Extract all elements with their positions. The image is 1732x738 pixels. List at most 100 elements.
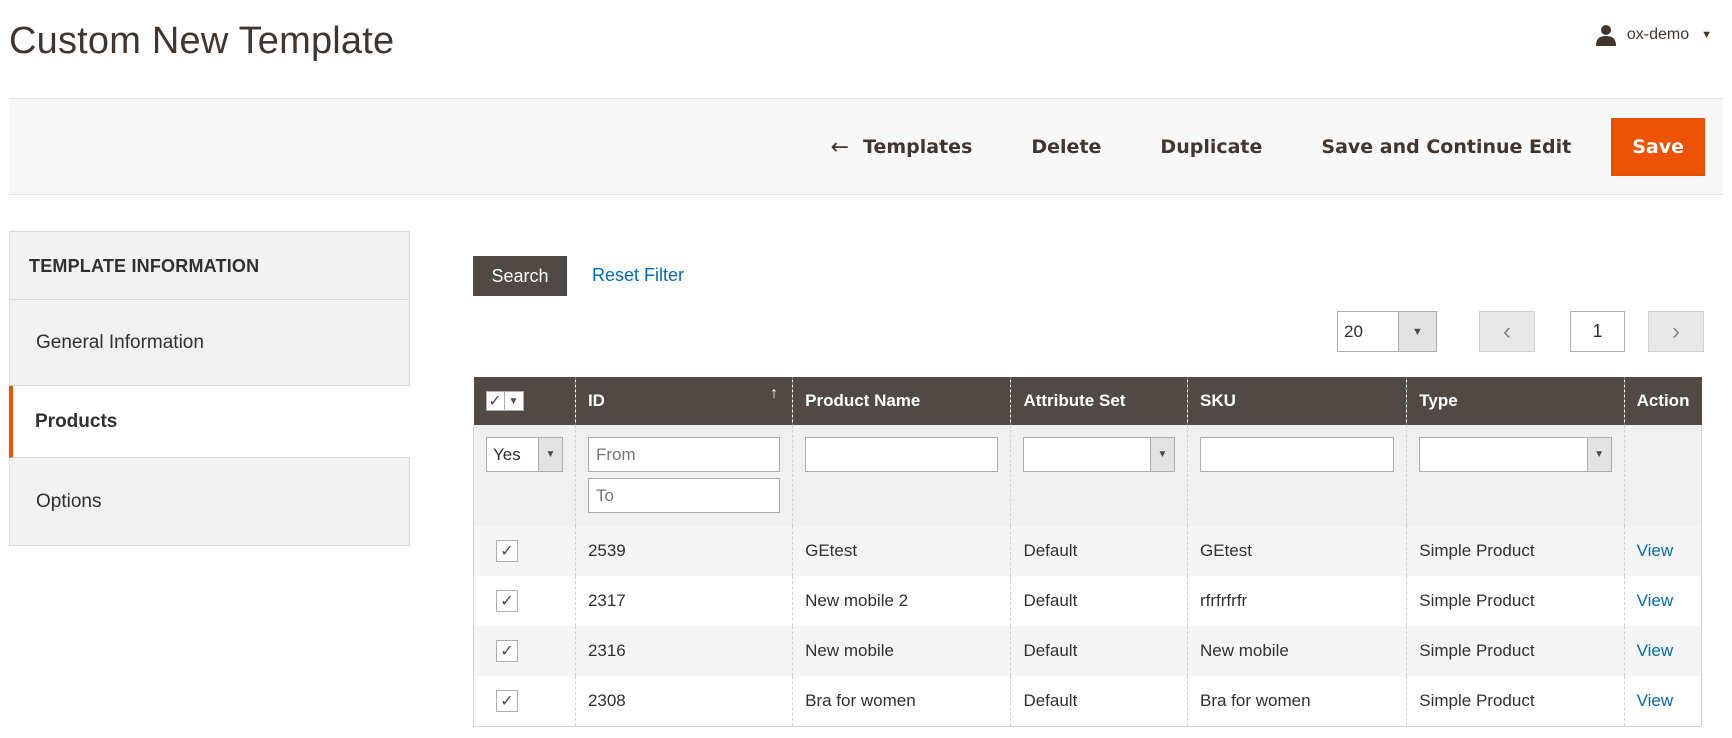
cell-sku: Bra for women [1186,676,1407,727]
sidebar-item-options[interactable]: Options [9,458,410,546]
products-grid: ✓ ▼ ID ↑ Product Name Attribute Set SKU … [473,377,1703,727]
view-link[interactable]: View [1637,541,1674,560]
back-button-label: Templates [863,136,973,158]
cell-type: Simple Product [1406,526,1625,576]
grid-header-row: ✓ ▼ ID ↑ Product Name Attribute Set SKU … [473,377,1702,425]
cell-product-name: GEtest [792,526,1011,576]
chevron-down-icon: ▼ [537,438,562,471]
reset-filter-link[interactable]: Reset Filter [592,265,684,286]
previous-page-button[interactable]: ‹ [1479,311,1535,352]
row-select-cell: ✓ [473,576,576,626]
chevron-down-icon: ▼ [1701,29,1712,41]
checkmark-icon: ✓ [500,593,514,610]
chevron-down-icon: ▼ [1150,438,1174,471]
product-name-filter-input[interactable] [805,437,999,472]
delete-button[interactable]: Delete [1011,121,1121,173]
cell-attribute-set: Default [1010,626,1188,676]
row-checkbox[interactable]: ✓ [496,540,518,562]
filter-select-value: Yes [493,445,521,464]
row-checkbox[interactable]: ✓ [496,640,518,662]
table-row: ✓ 2539 GEtest Default GEtest Simple Prod… [473,526,1703,576]
search-button[interactable]: Search [473,256,567,296]
sidebar-item-general-information[interactable]: General Information [9,300,410,386]
cell-attribute-set: Default [1010,676,1188,727]
type-filter-select[interactable]: ▼ [1419,437,1612,472]
chevron-down-icon: ▼ [1398,312,1436,351]
sidebar: TEMPLATE INFORMATION General Information… [9,231,410,546]
filter-cell-action [1623,425,1703,526]
column-header-label: SKU [1200,391,1236,410]
attribute-set-filter-select[interactable]: ▼ [1023,437,1175,472]
id-to-input[interactable] [587,478,781,513]
column-header-sku[interactable]: SKU [1186,377,1407,425]
next-page-button[interactable]: › [1648,311,1704,352]
column-header-id[interactable]: ID ↑ [574,377,793,425]
page-title: Custom New Template [9,20,395,62]
view-link[interactable]: View [1637,591,1674,610]
chevron-right-icon: › [1672,317,1680,345]
row-select-cell: ✓ [473,676,576,727]
column-header-attribute-set[interactable]: Attribute Set [1010,377,1188,425]
per-page-value: 20 [1344,322,1363,341]
row-checkbox[interactable]: ✓ [496,689,518,712]
cell-product-name: New mobile 2 [792,576,1011,626]
cell-product-name: New mobile [792,626,1011,676]
row-checkbox[interactable]: ✓ [496,590,518,612]
view-link[interactable]: View [1637,691,1674,710]
column-header-label: Product Name [805,391,921,410]
cell-id: 2317 [574,576,793,626]
grid-filter-row: Yes ▼ ▼ [473,425,1703,526]
duplicate-button[interactable]: Duplicate [1140,121,1282,173]
filter-cell-type: ▼ [1406,425,1625,526]
cell-sku: rfrfrfrfr [1186,576,1407,626]
table-row: ✓ 2308 Bra for women Default Bra for wom… [473,676,1703,727]
cell-product-name: Bra for women [792,676,1011,727]
user-name: ox-demo [1626,26,1690,43]
back-button[interactable]: ← Templates [811,120,993,175]
column-header-type[interactable]: Type [1406,377,1625,425]
sidebar-item-label: General Information [36,331,204,353]
column-header-product-name[interactable]: Product Name [792,377,1011,425]
cell-action: View [1623,676,1703,727]
cell-type: Simple Product [1406,576,1625,626]
column-header-label: Type [1419,391,1458,410]
id-from-input[interactable] [587,437,781,472]
chevron-down-icon: ▼ [508,395,519,407]
in-template-filter-select[interactable]: Yes ▼ [486,437,563,472]
filter-cell-attribute-set: ▼ [1010,425,1188,526]
filter-cell-id [574,425,793,526]
save-and-continue-button[interactable]: Save and Continue Edit [1301,121,1591,173]
save-button[interactable]: Save [1611,118,1705,176]
sidebar-item-products[interactable]: Products [9,386,410,458]
per-page-select[interactable]: 20 ▼ [1337,311,1437,352]
cell-id: 2316 [574,626,793,676]
cell-id: 2308 [574,676,793,727]
cell-action: View [1623,526,1703,576]
column-header-label: ID [587,391,605,410]
mass-select-control[interactable]: ✓ ▼ [485,391,524,411]
filter-cell-sku [1186,425,1407,526]
sidebar-item-label: Products [35,410,118,432]
mass-select-header: ✓ ▼ [473,377,576,425]
cell-action: View [1623,576,1703,626]
arrow-left-icon: ← [830,134,850,160]
user-menu[interactable]: ox-demo ▼ [1595,24,1712,46]
sku-filter-input[interactable] [1200,437,1395,472]
sidebar-item-label: Options [36,490,102,512]
cell-action: View [1623,626,1703,676]
column-header-label: Action [1636,391,1690,410]
sort-ascending-icon: ↑ [770,385,779,402]
row-select-cell: ✓ [473,626,576,676]
chevron-down-icon: ▼ [1586,438,1611,471]
cell-attribute-set: Default [1010,526,1188,576]
cell-sku: GEtest [1186,526,1407,576]
view-link[interactable]: View [1637,641,1674,660]
cell-id: 2539 [574,526,793,576]
current-page-input[interactable]: 1 [1570,311,1625,352]
cell-type: Simple Product [1406,676,1625,727]
filter-cell-product-name [792,425,1011,526]
checkmark-icon: ✓ [487,392,505,410]
filter-cell-select: Yes ▼ [473,425,576,526]
row-select-cell: ✓ [473,526,576,576]
chevron-left-icon: ‹ [1503,317,1511,345]
